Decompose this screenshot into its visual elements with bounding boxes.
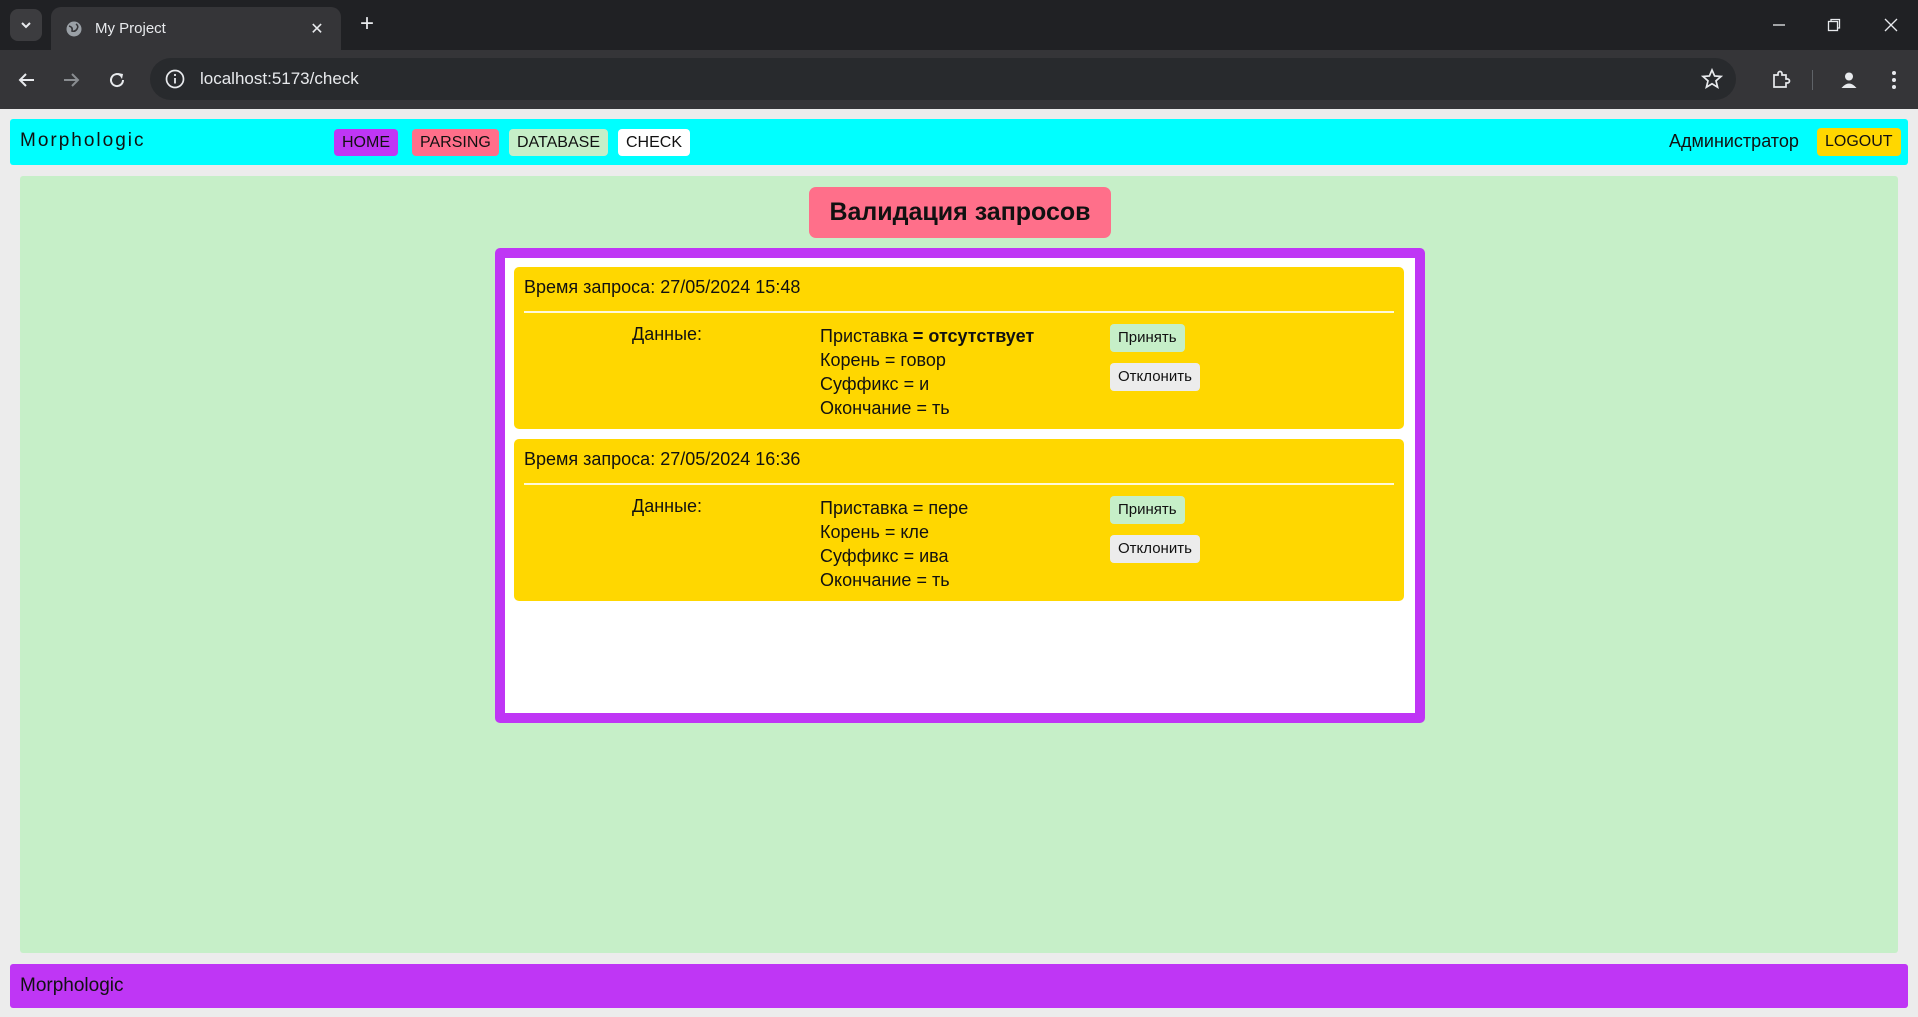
card-divider xyxy=(524,483,1394,485)
browser-tabstrip: My Project ✕ + xyxy=(0,0,1918,50)
field-line: Суффикс = ива xyxy=(820,544,968,568)
field-line: Корень = кле xyxy=(820,520,968,544)
field-line: Корень = говор xyxy=(820,348,1034,372)
profile-icon xyxy=(1841,72,1857,88)
field-line: Окончание = ть xyxy=(820,568,968,592)
tab-search-button[interactable] xyxy=(10,9,42,41)
accept-button[interactable]: Принять xyxy=(1110,496,1185,524)
field-equals: = xyxy=(903,374,920,394)
request-time-row: Время запроса: 27/05/2024 16:36 xyxy=(524,449,800,470)
address-bar[interactable]: localhost:5173/check xyxy=(150,58,1736,100)
data-label: Данные: xyxy=(632,324,703,344)
request-time-row: Время запроса: 27/05/2024 15:48 xyxy=(524,277,800,298)
minimize-button[interactable] xyxy=(1764,12,1794,38)
field-line: Окончание = ть xyxy=(820,396,1034,420)
reload-button[interactable] xyxy=(102,65,132,95)
request-time-value: 27/05/2024 16:36 xyxy=(660,449,801,469)
user-name: Администратор xyxy=(1669,131,1799,151)
nav-parsing[interactable]: PARSING xyxy=(412,129,499,156)
nav-database[interactable]: DATABASE xyxy=(509,129,608,156)
nav-check[interactable]: CHECK xyxy=(618,129,691,156)
request-time-label: Время запроса: xyxy=(524,449,656,469)
request-time-value: 27/05/2024 15:48 xyxy=(660,277,801,297)
accept-button[interactable]: Принять xyxy=(1110,324,1185,352)
extensions-button[interactable] xyxy=(1766,65,1796,95)
page-title: Валидация запросов xyxy=(809,187,1111,238)
close-tab-icon[interactable]: ✕ xyxy=(307,19,327,39)
field-equals: = xyxy=(912,498,929,518)
kebab-menu-icon xyxy=(1892,71,1896,89)
request-time-label: Время запроса: xyxy=(524,277,656,297)
restore-icon xyxy=(1827,18,1841,32)
back-button[interactable] xyxy=(12,65,42,95)
field-line: Приставка = пере xyxy=(820,496,968,520)
field-value: говор xyxy=(900,350,946,370)
minimize-icon xyxy=(1773,24,1785,26)
browser-toolbar: localhost:5173/check xyxy=(0,50,1918,109)
footer-brand: Morphologic xyxy=(20,975,124,996)
chevron-down-icon xyxy=(21,22,31,29)
field-equals: = xyxy=(912,326,929,346)
data-label: Данные: xyxy=(632,496,703,516)
field-line: Приставка = отсутствует xyxy=(820,324,1034,348)
arrow-right-icon xyxy=(64,73,80,87)
bookmark-star-icon[interactable] xyxy=(1700,67,1724,91)
field-equals: = xyxy=(916,398,932,418)
nav-home[interactable]: HOME xyxy=(334,129,398,156)
reject-button[interactable]: Отклонить xyxy=(1110,535,1200,563)
field-value: пере xyxy=(928,498,969,518)
field-name: Окончание xyxy=(820,570,917,590)
field-value: кле xyxy=(900,522,929,542)
field-name: Корень xyxy=(820,522,885,542)
close-icon xyxy=(1884,18,1898,32)
field-name: Суффикс xyxy=(820,546,904,566)
field-equals: = xyxy=(884,350,901,370)
field-equals: = xyxy=(916,570,932,590)
reject-button[interactable]: Отклонить xyxy=(1110,363,1200,391)
field-value: ива xyxy=(919,546,949,566)
request-card: Время запроса: 27/05/2024 16:36 Данные: П… xyxy=(514,439,1404,601)
forward-button[interactable] xyxy=(56,65,86,95)
field-line: Суффикс = и xyxy=(820,372,1034,396)
url-text[interactable]: localhost:5173/check xyxy=(200,69,1700,89)
tab-title: My Project xyxy=(95,20,166,37)
card-divider xyxy=(524,311,1394,313)
request-card: Время запроса: 27/05/2024 15:48 Данные: П… xyxy=(514,267,1404,429)
profile-button[interactable] xyxy=(1834,65,1864,95)
field-value: отсутствует xyxy=(928,326,1035,346)
field-value: ть xyxy=(931,570,950,590)
reload-icon xyxy=(110,73,125,88)
arrow-left-icon xyxy=(18,73,34,87)
browser-tab[interactable]: My Project ✕ xyxy=(51,7,341,50)
new-tab-button[interactable]: + xyxy=(354,12,380,38)
app-footer: Morphologic xyxy=(10,964,1908,1008)
field-value: ть xyxy=(931,398,950,418)
field-equals: = xyxy=(903,546,920,566)
request-fields: Приставка = отсутствует Корень = говор Суф… xyxy=(820,324,1034,420)
field-name: Суффикс xyxy=(820,374,904,394)
info-icon[interactable] xyxy=(164,68,186,90)
globe-icon xyxy=(66,21,82,36)
logout-button[interactable]: LOGOUT xyxy=(1817,128,1901,156)
field-name: Окончание xyxy=(820,398,917,418)
request-fields: Приставка = пере Корень = кле Суффикс = ив… xyxy=(820,496,968,592)
browser-menu-button[interactable] xyxy=(1879,65,1909,95)
field-equals: = xyxy=(884,522,901,542)
puzzle-icon xyxy=(1773,70,1791,88)
app-header: Morphologic HOME PARSING DATABASE CHECK … xyxy=(10,119,1908,165)
brand-logo[interactable]: Morphologic xyxy=(20,130,146,152)
restore-button[interactable] xyxy=(1819,12,1849,38)
field-name: Корень xyxy=(820,350,885,370)
close-window-button[interactable] xyxy=(1876,12,1906,38)
field-name: Приставка xyxy=(820,326,913,346)
field-name: Приставка xyxy=(820,498,913,518)
field-value: и xyxy=(919,374,930,394)
requests-container: Время запроса: 27/05/2024 15:48 Данные: П… xyxy=(495,248,1425,723)
toolbar-separator xyxy=(1812,70,1813,90)
